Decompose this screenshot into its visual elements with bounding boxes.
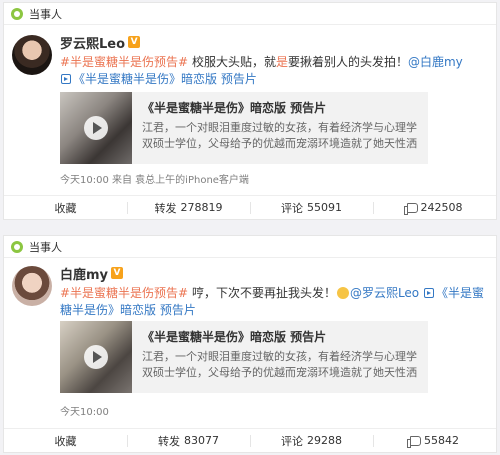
collect-button[interactable]: 收藏	[4, 196, 127, 219]
play-icon[interactable]	[84, 345, 108, 369]
weibo-post: 当事人 罗云熙Leo V #半是蜜糖半是伤预告# 校服大头贴，就是要揪着别人的头…	[3, 2, 497, 220]
verified-icon: V	[111, 267, 124, 279]
post-text-segment: 校服大头贴，就	[188, 55, 276, 69]
context-label: 当事人	[29, 240, 62, 254]
post-text-segment: 要揪着别人的头发拍！	[287, 55, 408, 69]
thumbs-up-icon	[407, 435, 421, 448]
video-card-title: 《半是蜜糖半是伤》暗恋版 预告片	[142, 101, 327, 115]
video-card[interactable]: 《半是蜜糖半是伤》暗恋版 预告片 江君，一个对眼泪重度过敏的女孩，有着经济学与心…	[60, 321, 428, 393]
collect-label: 收藏	[54, 434, 77, 448]
topic-link[interactable]: #半是蜜糖半是伤预告#	[60, 286, 188, 300]
repost-count: 278819	[180, 201, 223, 214]
pin-icon	[11, 240, 23, 253]
video-thumbnail[interactable]	[60, 321, 132, 393]
repost-button[interactable]: 转发 83077	[127, 429, 250, 452]
post-meta: 今天10:00 来自 袁总上午的iPhone客户端	[60, 175, 249, 186]
comment-label: 评论	[281, 434, 303, 448]
post-content: 罗云熙Leo V #半是蜜糖半是伤预告# 校服大头贴，就是要揪着别人的头发拍！@…	[60, 33, 488, 88]
video-card-desc: 江君，一个对眼泪重度过敏的女孩，有着经济学与心理学双硕士学位，父母给予的优越而宠…	[142, 121, 417, 150]
comment-button[interactable]: 评论 29288	[250, 429, 373, 452]
post-text-segment: 哼，下次不要再扯我头发！	[188, 286, 336, 300]
mention-link[interactable]: @罗云熙Leo	[350, 286, 419, 300]
thumbs-up-icon	[403, 202, 418, 215]
video-card[interactable]: 《半是蜜糖半是伤》暗恋版 预告片 江君，一个对眼泪重度过敏的女孩，有着经济学与心…	[60, 92, 428, 164]
author-row: 白鹿my V	[60, 264, 488, 283]
topic-link[interactable]: #半是蜜糖半是伤预告#	[60, 55, 188, 69]
repost-button[interactable]: 转发 278819	[127, 196, 250, 219]
video-card-title: 《半是蜜糖半是伤》暗恋版 预告片	[142, 330, 327, 344]
post-text: #半是蜜糖半是伤预告# 校服大头贴，就是要揪着别人的头发拍！@白鹿my 《半是蜜…	[60, 54, 488, 88]
comment-label: 评论	[281, 201, 303, 215]
mention-link[interactable]: @白鹿my	[408, 55, 463, 69]
author-name[interactable]: 罗云熙Leo	[60, 33, 125, 52]
video-card-body: 《半是蜜糖半是伤》暗恋版 预告片 江君，一个对眼泪重度过敏的女孩，有着经济学与心…	[132, 321, 428, 393]
avatar[interactable]	[12, 266, 52, 306]
author-row: 罗云熙Leo V	[60, 33, 488, 52]
video-card-desc: 江君，一个对眼泪重度过敏的女孩，有着经济学与心理学双硕士学位，父母给予的优越而宠…	[142, 350, 417, 379]
play-icon[interactable]	[84, 116, 108, 140]
context-label: 当事人	[29, 7, 62, 21]
video-thumbnail[interactable]	[60, 92, 132, 164]
video-card-body: 《半是蜜糖半是伤》暗恋版 预告片 江君，一个对眼泪重度过敏的女孩，有着经济学与心…	[132, 92, 428, 164]
comment-count: 55091	[307, 201, 342, 214]
like-count: 55842	[424, 434, 459, 447]
action-bar: 收藏 转发 278819 评论 55091 242508	[4, 195, 496, 219]
context-bar: 当事人	[4, 236, 496, 258]
comment-button[interactable]: 评论 55091	[250, 196, 373, 219]
like-button[interactable]: 55842	[373, 429, 496, 452]
pin-icon	[11, 7, 23, 20]
weibo-post: 当事人 白鹿my V #半是蜜糖半是伤预告# 哼，下次不要再扯我头发！ @罗云熙L…	[3, 235, 497, 453]
emoji-icon	[336, 287, 349, 299]
collect-label: 收藏	[54, 201, 77, 215]
repost-label: 转发	[158, 434, 180, 448]
author-name[interactable]: 白鹿my	[60, 264, 108, 283]
avatar[interactable]	[12, 35, 52, 75]
video-link-icon	[61, 74, 71, 84]
post-text: #半是蜜糖半是伤预告# 哼，下次不要再扯我头发！ @罗云熙Leo 《半是蜜糖半是伤…	[60, 285, 488, 319]
collect-button[interactable]: 收藏	[4, 429, 127, 452]
verified-icon: V	[128, 36, 141, 48]
action-bar: 收藏 转发 83077 评论 29288 55842	[4, 428, 496, 452]
video-link-icon	[423, 288, 434, 298]
like-count: 242508	[420, 201, 463, 214]
post-content: 白鹿my V #半是蜜糖半是伤预告# 哼，下次不要再扯我头发！ @罗云熙Leo 《…	[60, 264, 488, 319]
post-text-highlight: 是	[275, 55, 288, 69]
repost-count: 83077	[184, 434, 219, 447]
like-button[interactable]: 242508	[373, 196, 496, 219]
post-meta: 今天10:00	[60, 407, 109, 418]
context-bar: 当事人	[4, 3, 496, 25]
comment-count: 29288	[307, 434, 342, 447]
video-link[interactable]: 《半是蜜糖半是伤》暗恋版 预告片	[73, 72, 257, 86]
repost-label: 转发	[154, 201, 177, 215]
